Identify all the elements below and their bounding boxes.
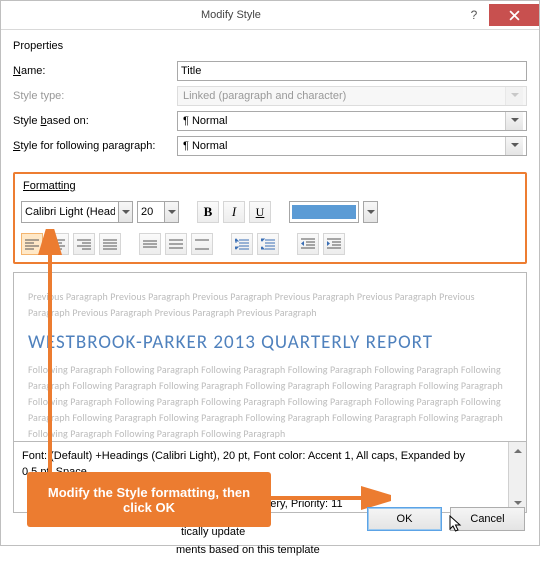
- chevron-down-icon[interactable]: [505, 137, 523, 155]
- properties-header: Properties: [13, 40, 527, 52]
- title-bar: Modify Style ?: [1, 1, 539, 30]
- cancel-button[interactable]: Cancel: [450, 507, 525, 531]
- based-on-select[interactable]: ¶ Normal: [177, 111, 527, 131]
- font-size-input[interactable]: [137, 201, 164, 223]
- dialog-title: Modify Style: [201, 9, 261, 21]
- font-color-button[interactable]: [289, 201, 359, 223]
- font-size-combo[interactable]: [137, 201, 179, 223]
- preview-ghost-prev: Previous Paragraph Previous Paragraph Pr…: [28, 289, 512, 321]
- auto-update-fragment: tically update: [181, 526, 245, 538]
- underline-button[interactable]: U: [249, 201, 271, 223]
- style-preview: Previous Paragraph Previous Paragraph Pr…: [13, 272, 527, 442]
- chevron-down-icon[interactable]: [505, 112, 523, 130]
- chevron-down-icon[interactable]: [164, 201, 179, 223]
- color-swatch: [292, 205, 356, 219]
- font-color-dropdown[interactable]: [363, 201, 378, 223]
- spacing-15-button[interactable]: [165, 233, 187, 255]
- style-type-value: Linked (paragraph and character): [183, 90, 346, 102]
- based-on-label: Style based on:: [13, 115, 173, 127]
- based-on-value: ¶ Normal: [183, 115, 227, 127]
- space-before-increase-button[interactable]: [231, 233, 253, 255]
- style-type-select: Linked (paragraph and character): [177, 86, 527, 106]
- indent-increase-button[interactable]: [323, 233, 345, 255]
- formatting-group: Formatting B I U: [13, 172, 527, 264]
- callout-note: Modify the Style formatting, then click …: [27, 472, 271, 527]
- italic-button[interactable]: I: [223, 201, 245, 223]
- space-before-decrease-button[interactable]: [257, 233, 279, 255]
- ok-button[interactable]: OK: [367, 507, 442, 531]
- following-label: Style for following paragraph:: [13, 140, 173, 152]
- align-center-button[interactable]: [47, 233, 69, 255]
- font-family-combo[interactable]: [21, 201, 133, 223]
- align-justify-button[interactable]: [99, 233, 121, 255]
- style-type-label: Style type:: [13, 90, 173, 102]
- following-select[interactable]: ¶ Normal: [177, 136, 527, 156]
- bold-button[interactable]: B: [197, 201, 219, 223]
- chevron-down-icon: [505, 87, 523, 105]
- scrollbar[interactable]: [508, 442, 526, 512]
- formatting-header: Formatting: [21, 180, 78, 192]
- preview-ghost-next: Following Paragraph Following Paragraph …: [28, 362, 512, 442]
- indent-decrease-button[interactable]: [297, 233, 319, 255]
- spacing-double-button[interactable]: [191, 233, 213, 255]
- desc-line: Font: (Default) +Headings (Calibri Light…: [22, 448, 518, 464]
- spacing-single-button[interactable]: [139, 233, 161, 255]
- name-input[interactable]: [177, 61, 527, 81]
- following-value: ¶ Normal: [183, 140, 227, 152]
- font-family-input[interactable]: [21, 201, 118, 223]
- chevron-down-icon[interactable]: [118, 201, 133, 223]
- modify-style-dialog: Modify Style ? Properties Name: Style ty…: [0, 0, 540, 546]
- help-button[interactable]: ?: [459, 4, 489, 26]
- name-label: Name:: [13, 65, 173, 77]
- align-left-button[interactable]: [21, 233, 43, 255]
- preview-title: WESTBROOK-PARKER 2013 QUARTERLY REPORT: [28, 331, 512, 354]
- align-right-button[interactable]: [73, 233, 95, 255]
- close-button[interactable]: [489, 4, 539, 26]
